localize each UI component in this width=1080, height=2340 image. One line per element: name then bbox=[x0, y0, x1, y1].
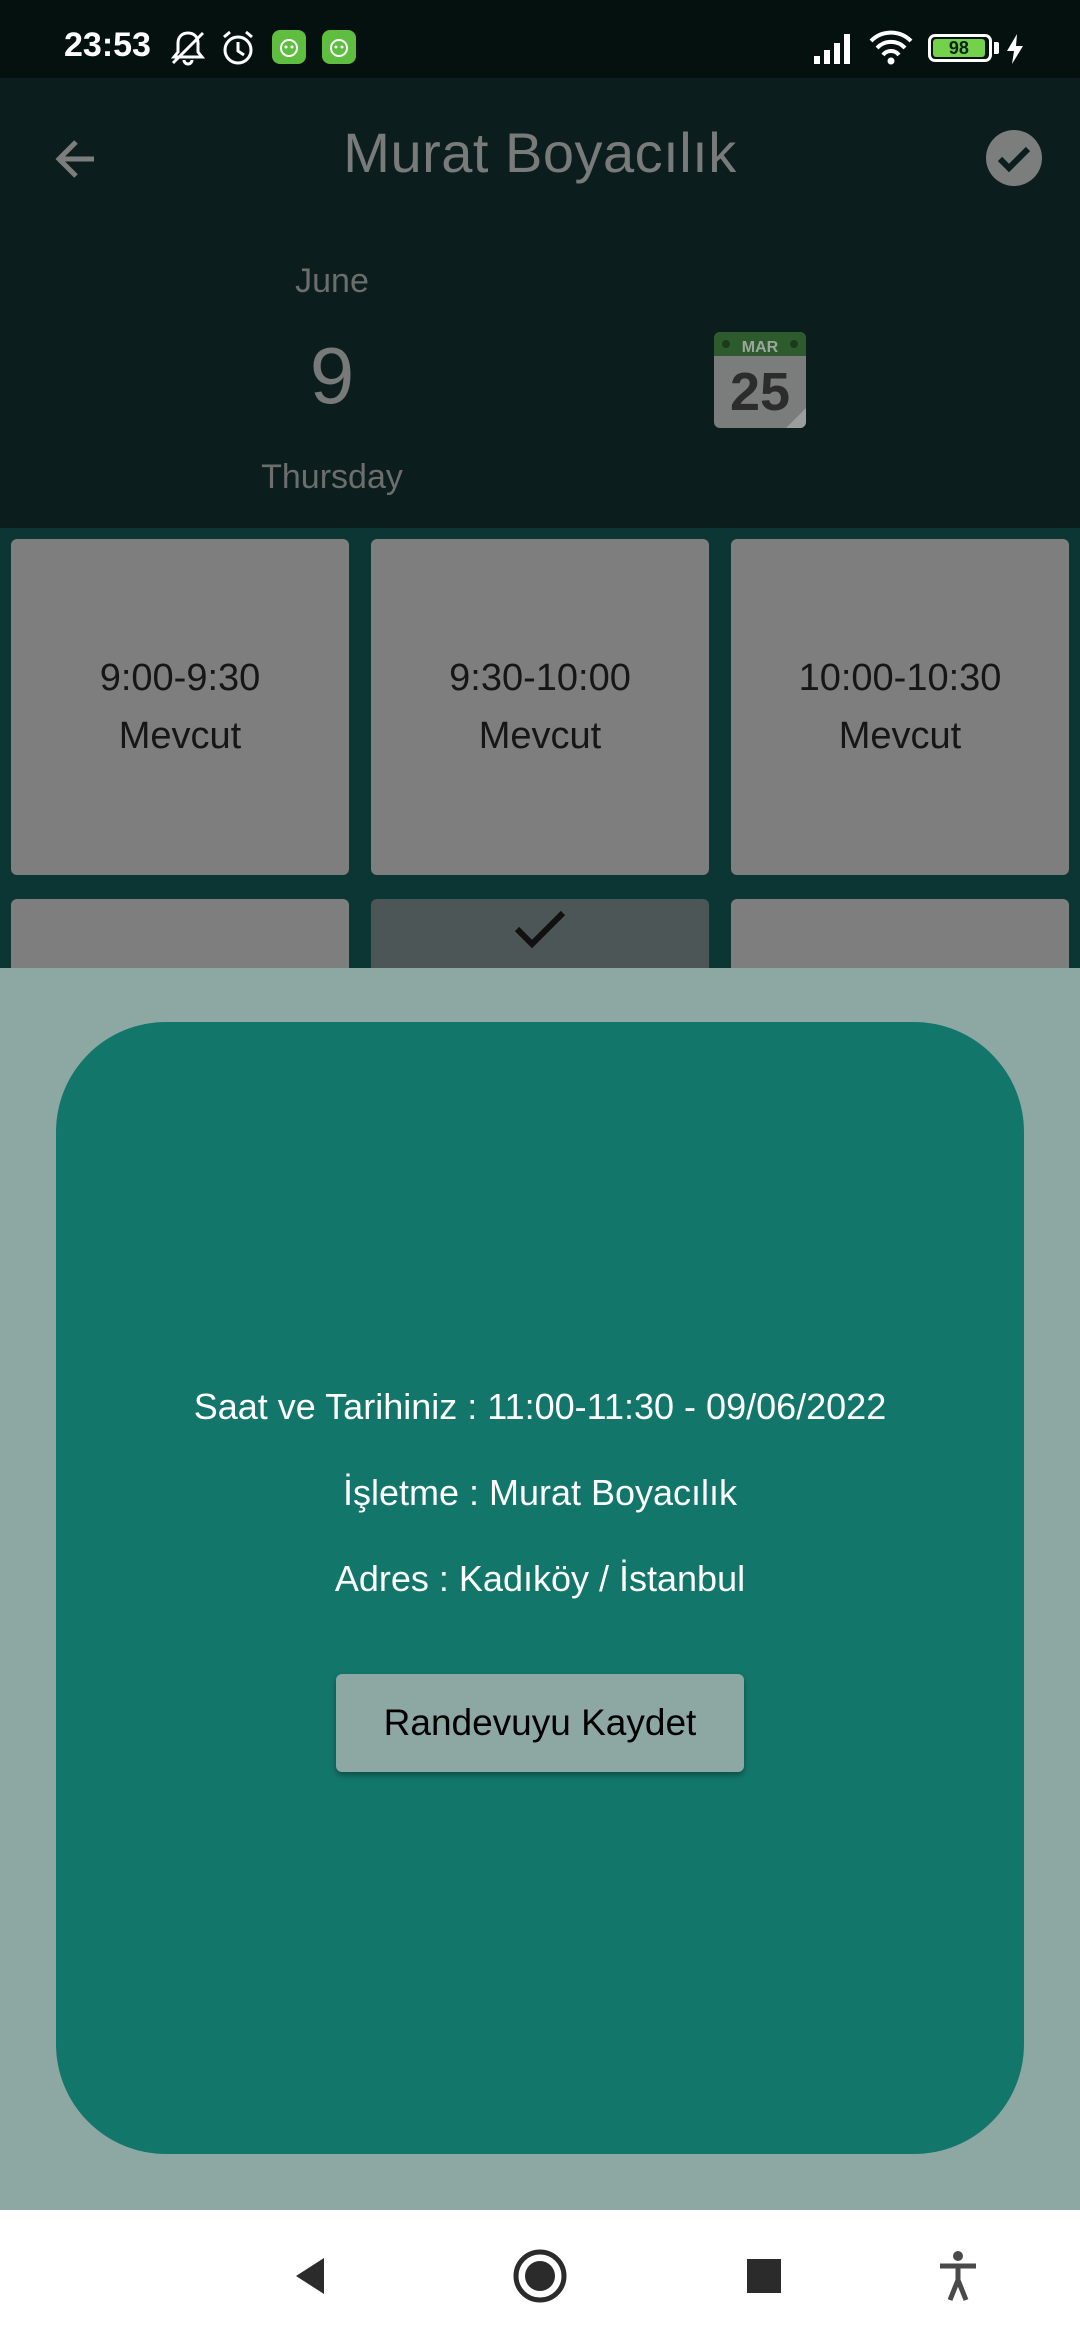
app-icon bbox=[272, 30, 306, 64]
charging-icon bbox=[1004, 32, 1026, 70]
check-circle-icon bbox=[986, 130, 1042, 186]
page-title: Murat Boyacılık bbox=[343, 121, 737, 184]
time-slot[interactable] bbox=[731, 899, 1069, 968]
calendar-icon-month: MAR bbox=[742, 339, 779, 356]
battery-level: 98 bbox=[933, 38, 985, 58]
slot-status: Mevcut bbox=[118, 715, 242, 757]
nav-accessibility-button[interactable] bbox=[928, 2246, 988, 2306]
time-slot-selected[interactable] bbox=[371, 899, 709, 968]
save-appointment-button[interactable]: Randevuyu Kaydet bbox=[336, 1674, 744, 1772]
time-slot[interactable]: 10:00-10:30 Mevcut bbox=[731, 539, 1069, 875]
time-slot[interactable]: 9:00-9:30 Mevcut bbox=[11, 539, 349, 875]
appointment-business: İşletme : Murat Boyacılık bbox=[342, 1472, 738, 1513]
bell-off-icon bbox=[168, 28, 208, 72]
signal-icon bbox=[812, 30, 856, 70]
system-nav-bar bbox=[0, 2210, 1080, 2340]
nav-back-button[interactable] bbox=[282, 2246, 342, 2306]
weekday-label: Thursday bbox=[261, 458, 403, 496]
appointment-datetime: Saat ve Tarihiniz : 11:00-11:30 - 09/06/… bbox=[193, 1386, 887, 1427]
battery-icon: 98 bbox=[928, 34, 992, 62]
app-bar: Murat Boyacılık bbox=[0, 78, 1080, 238]
slot-time: 10:00-10:30 bbox=[798, 657, 1002, 699]
recents-square-icon bbox=[747, 2259, 781, 2293]
time-slot[interactable]: 9:30-10:00 Mevcut bbox=[371, 539, 709, 875]
home-circle-icon bbox=[513, 2249, 567, 2303]
wifi-icon bbox=[868, 28, 914, 70]
date-header: June 9 Thursday MAR 25 bbox=[0, 238, 1080, 528]
battery-tip bbox=[994, 42, 999, 54]
nav-recents-button[interactable] bbox=[734, 2246, 794, 2306]
time-slot[interactable] bbox=[11, 899, 349, 968]
nav-home-button[interactable] bbox=[510, 2246, 570, 2306]
app-icon bbox=[322, 30, 356, 64]
confirm-button[interactable] bbox=[984, 128, 1044, 188]
time-slot-grid: 9:00-9:30 Mevcut 9:30-10:00 Mevcut 10:00… bbox=[0, 528, 1080, 968]
back-triangle-icon bbox=[296, 2258, 324, 2294]
slot-time: 9:00-9:30 bbox=[99, 657, 261, 699]
slot-status: Mevcut bbox=[838, 715, 962, 757]
appointment-address: Adres : Kadıköy / İstanbul bbox=[334, 1558, 746, 1599]
day-number: 9 bbox=[309, 331, 355, 420]
calendar-icon-day: 25 bbox=[730, 362, 790, 422]
calendar-icon: MAR 25 bbox=[714, 332, 806, 428]
check-icon bbox=[514, 910, 566, 949]
alarm-icon bbox=[218, 28, 258, 72]
month-label: June bbox=[295, 262, 369, 300]
calendar-button[interactable]: MAR 25 bbox=[712, 330, 808, 430]
appointment-dialog: Saat ve Tarihiniz : 11:00-11:30 - 09/06/… bbox=[56, 1022, 1024, 2154]
slot-status: Mevcut bbox=[478, 715, 602, 757]
accessibility-icon bbox=[940, 2251, 976, 2301]
status-time: 23:53 bbox=[64, 26, 151, 64]
status-bar: 23:53 98 bbox=[0, 0, 1080, 78]
slot-time: 9:30-10:00 bbox=[449, 657, 631, 699]
